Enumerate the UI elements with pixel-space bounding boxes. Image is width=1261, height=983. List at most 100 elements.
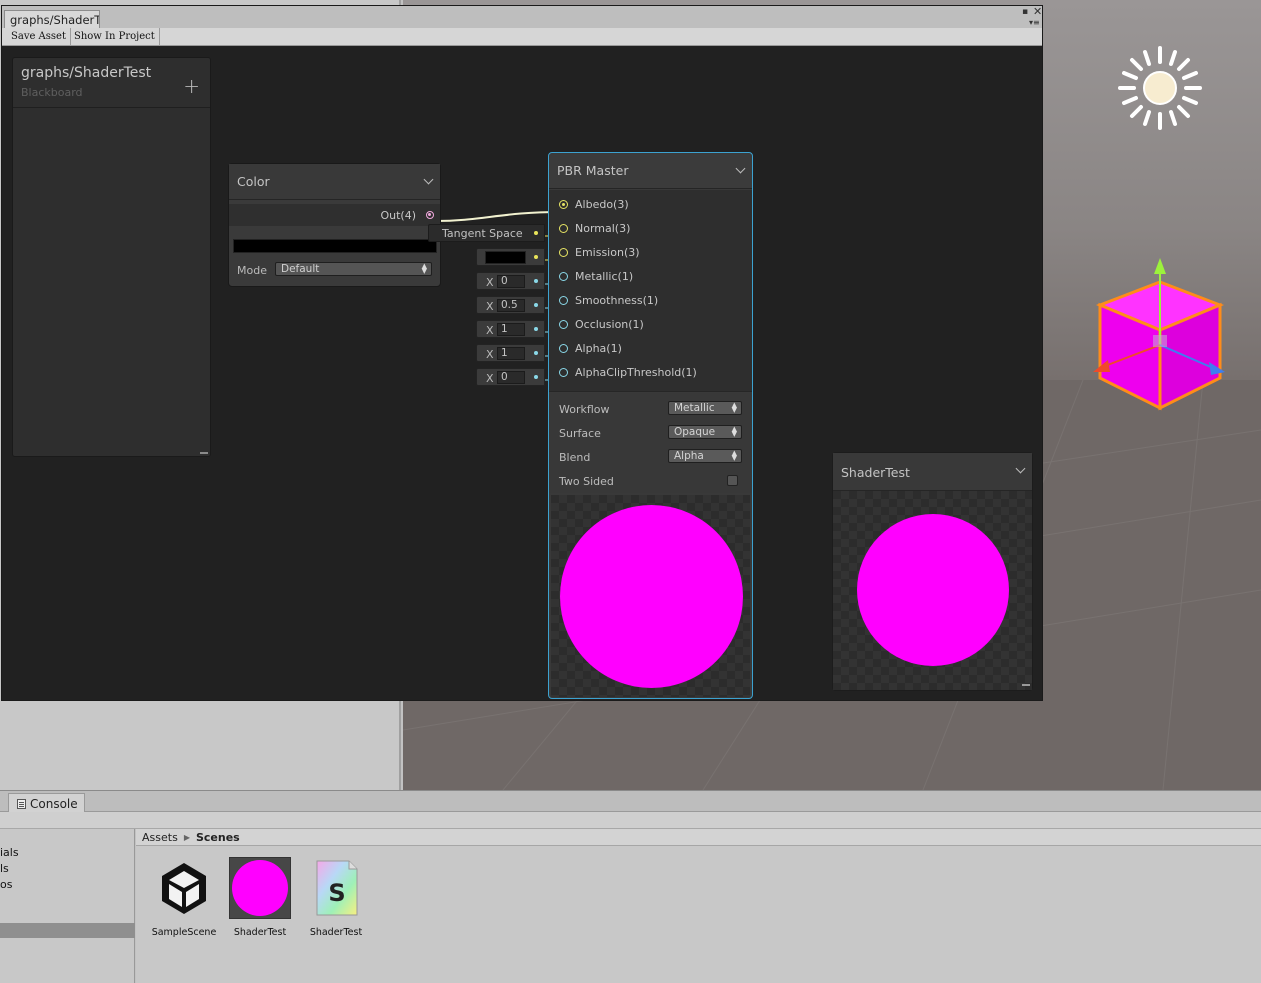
emission-inline-input[interactable] xyxy=(476,248,545,266)
port-row-albedo[interactable]: Albedo(3) xyxy=(549,195,752,215)
smoothness-value-field[interactable]: 0.5 xyxy=(497,299,525,312)
project-content: Assets ▶ Scenes SampleScene ShaderTest S… xyxy=(136,829,1261,983)
port-row-smoothness[interactable]: Smoothness(1) xyxy=(549,291,752,311)
color-swatch-field[interactable] xyxy=(233,239,437,253)
port-dot-icon xyxy=(534,303,538,307)
tangent-space-input[interactable]: Tangent Space xyxy=(428,224,545,242)
close-icon[interactable]: ✕ xyxy=(1033,6,1042,17)
port-row-occlusion[interactable]: Occlusion(1) xyxy=(549,315,752,335)
port-label: Normal(3) xyxy=(575,222,631,235)
chevron-down-icon[interactable] xyxy=(1015,463,1026,474)
workflow-value: Metallic xyxy=(674,402,715,414)
output-port-icon[interactable] xyxy=(426,211,434,219)
input-port-icon[interactable] xyxy=(559,200,568,209)
surface-dropdown[interactable]: Opaque ▲ ▼ xyxy=(668,425,742,439)
tree-item[interactable]: ls xyxy=(0,862,9,875)
input-port-icon[interactable] xyxy=(559,344,568,353)
save-asset-button[interactable]: Save Asset xyxy=(7,28,71,46)
port-label: AlphaClipThreshold(1) xyxy=(575,366,697,379)
input-port-icon[interactable] xyxy=(559,248,568,257)
asset-label: SampleScene xyxy=(151,927,217,938)
surface-row: Surface Opaque ▲ ▼ xyxy=(549,423,752,443)
port-dot-icon xyxy=(534,231,538,235)
port-row-metallic[interactable]: Metallic(1) xyxy=(549,267,752,287)
project-folder-tree[interactable]: ials ls os xyxy=(0,829,135,983)
chevron-down-icon[interactable] xyxy=(423,174,434,185)
color-output-label: Out(4) xyxy=(380,209,416,222)
window-tab[interactable]: graphs/ShaderT xyxy=(4,10,100,28)
x-label: X xyxy=(486,276,494,289)
tree-item[interactable]: ials xyxy=(0,846,19,859)
port-label: Alpha(1) xyxy=(575,342,622,355)
breadcrumb-separator-icon: ▶ xyxy=(183,832,190,842)
resize-handle[interactable] xyxy=(1022,684,1030,686)
svg-text:S: S xyxy=(328,879,345,907)
x-label: X xyxy=(486,348,494,361)
asset-shadertest-material[interactable]: ShaderTest xyxy=(224,857,296,938)
cube-object xyxy=(1093,258,1225,411)
x-label: X xyxy=(486,372,494,385)
port-label: Occlusion(1) xyxy=(575,318,644,331)
emission-color-swatch[interactable] xyxy=(485,251,526,264)
input-port-icon[interactable] xyxy=(559,224,568,233)
tree-item-selected[interactable] xyxy=(0,923,135,938)
console-icon xyxy=(17,799,26,809)
blend-row: Blend Alpha ▲ ▼ xyxy=(549,447,752,467)
main-preview[interactable] xyxy=(833,491,1032,690)
workflow-dropdown[interactable]: Metallic ▲ ▼ xyxy=(668,401,742,415)
breadcrumb-scenes[interactable]: Scenes xyxy=(196,831,240,844)
asset-shadertest-shader[interactable]: S ShaderTest xyxy=(300,857,372,938)
port-row-alpha[interactable]: Alpha(1) xyxy=(549,339,752,359)
port-row-normal[interactable]: Normal(3) xyxy=(549,219,752,239)
alpha-value-field[interactable]: 1 xyxy=(497,347,525,360)
alpha-inline-input[interactable]: X 1 xyxy=(476,344,545,362)
add-property-button[interactable]: + xyxy=(183,76,200,96)
blend-dropdown[interactable]: Alpha ▲ ▼ xyxy=(668,449,742,463)
console-tab-bar: Console xyxy=(0,790,1261,812)
input-port-icon[interactable] xyxy=(559,296,568,305)
alphaclip-inline-input[interactable]: X 0 xyxy=(476,368,545,386)
input-port-icon[interactable] xyxy=(559,272,568,281)
dropdown-arrows-icon: ▲ ▼ xyxy=(731,449,737,462)
two-sided-checkbox[interactable] xyxy=(727,475,738,486)
tree-item[interactable]: os xyxy=(0,878,12,891)
menu-icon[interactable]: ▾≡ xyxy=(1029,18,1040,27)
color-node[interactable]: Color Out(4) Mode Default ▲ ▼ xyxy=(228,163,441,287)
asset-samplescene[interactable]: SampleScene xyxy=(148,857,220,938)
port-row-alphaclip[interactable]: AlphaClipThreshold(1) xyxy=(549,363,752,383)
metallic-inline-input[interactable]: X 0 xyxy=(476,272,545,290)
pbr-master-node[interactable]: PBR Master Albedo(3) Normal(3) Emission(… xyxy=(548,152,753,699)
x-label: X xyxy=(486,300,494,313)
input-port-icon[interactable] xyxy=(559,368,568,377)
pbr-preview xyxy=(551,495,750,697)
console-tab-label: Console xyxy=(30,797,78,811)
port-row-emission[interactable]: Emission(3) xyxy=(549,243,752,263)
smoothness-inline-input[interactable]: X 0.5 xyxy=(476,296,545,314)
breadcrumb-assets[interactable]: Assets xyxy=(142,831,178,844)
resize-handle[interactable] xyxy=(200,452,208,454)
graph-toolbar: Save Asset Show In Project xyxy=(2,28,1042,46)
input-port-icon[interactable] xyxy=(559,320,568,329)
occlusion-inline-input[interactable]: X 1 xyxy=(476,320,545,338)
main-preview-window[interactable]: ShaderTest xyxy=(832,452,1033,691)
metallic-value-field[interactable]: 0 xyxy=(497,275,525,288)
show-in-project-button[interactable]: Show In Project xyxy=(70,28,160,46)
maximize-icon[interactable]: ▪ xyxy=(1022,8,1028,17)
alphaclip-value-field[interactable]: 0 xyxy=(497,371,525,384)
breadcrumb: Assets ▶ Scenes xyxy=(136,829,1261,846)
workflow-row: Workflow Metallic ▲ ▼ xyxy=(549,399,752,419)
mode-dropdown[interactable]: Default ▲ ▼ xyxy=(275,262,432,276)
blackboard-panel[interactable]: graphs/ShaderTest Blackboard + xyxy=(12,57,211,457)
blackboard-subtitle: Blackboard xyxy=(21,86,83,99)
dropdown-arrows-icon: ▲ ▼ xyxy=(731,425,737,438)
occlusion-value-field[interactable]: 1 xyxy=(497,323,525,336)
material-sphere-icon xyxy=(229,857,291,919)
graph-canvas[interactable]: graphs/ShaderTest Blackboard + Color Out… xyxy=(2,46,1042,700)
chevron-down-icon[interactable] xyxy=(735,163,746,174)
edge-color-to-albedo xyxy=(434,211,561,222)
window-title-bar: graphs/ShaderT ▪ ✕ ▾≡ xyxy=(2,6,1042,28)
tab-console[interactable]: Console xyxy=(8,793,85,812)
port-dot-icon xyxy=(534,279,538,283)
window-controls: ▪ ✕ ▾≡ xyxy=(1009,6,1042,28)
x-label: X xyxy=(486,324,494,337)
